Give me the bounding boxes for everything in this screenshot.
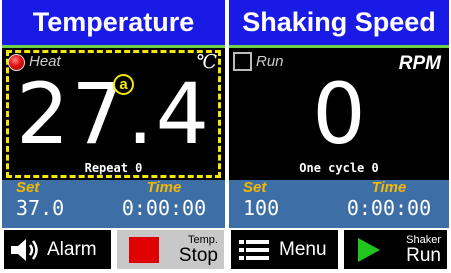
shaking-panel: Shaking Speed Run RPM 0 One cycle 0 Set … [229,0,449,228]
temperature-display[interactable]: Heat ℃ 27.4 a Repeat 0 [2,48,225,180]
speaker-icon [9,237,41,263]
set-speed-value: 100 [243,196,280,220]
shaking-header: Shaking Speed [229,0,449,45]
shaker-run-button[interactable]: Shaker Run [342,228,449,271]
rpm-value: 0 [312,65,366,163]
alarm-label: Alarm [47,238,97,260]
set-temperature-value: 37.0 [16,196,65,220]
temperature-time-value: 0:00:00 [121,196,207,220]
shaking-stats: Set 100 Time 0:00:00 [229,180,449,228]
set-speed[interactable]: Set 100 [243,179,280,221]
run-label: Run [256,53,284,70]
temperature-header: Temperature [2,0,225,45]
temp-stop-bottom-label: Stop [178,244,218,266]
alarm-button[interactable]: Alarm [2,228,113,271]
temp-stop-button[interactable]: Temp. Stop [115,228,226,271]
menu-label: Menu [279,238,327,260]
time-label: Time [371,179,407,196]
set-temperature[interactable]: Set 37.0 [16,179,65,221]
shaking-display[interactable]: Run RPM 0 One cycle 0 [229,48,449,180]
cycle-label: One cycle 0 [299,161,379,175]
shaking-time[interactable]: Time 0:00:00 [339,179,439,221]
menu-button[interactable]: Menu [229,228,340,271]
temperature-time[interactable]: Time 0:00:00 [114,179,214,221]
shaker-run-text: Shaker Run [406,233,441,266]
shaker-run-top-label: Shaker [406,233,441,246]
stop-square-icon [129,236,159,263]
set-label: Set [16,179,40,196]
set-label: Set [243,179,267,196]
time-label: Time [146,179,182,196]
list-menu-icon [239,238,269,262]
play-triangle-icon [356,236,382,264]
temp-stop-top-label: Temp. [188,233,218,246]
temperature-stats: Set 37.0 Time 0:00:00 [2,180,225,228]
run-indicator-icon [233,52,252,71]
repeat-label: Repeat 0 [84,161,143,175]
annotation-marker: a [113,74,134,95]
temperature-panel: Temperature Heat ℃ 27.4 a Repeat 0 Set 3… [2,0,225,228]
shaking-time-value: 0:00:00 [346,196,432,220]
shaker-run-bottom-label: Run [406,244,441,266]
temp-stop-text: Temp. Stop [178,233,218,266]
